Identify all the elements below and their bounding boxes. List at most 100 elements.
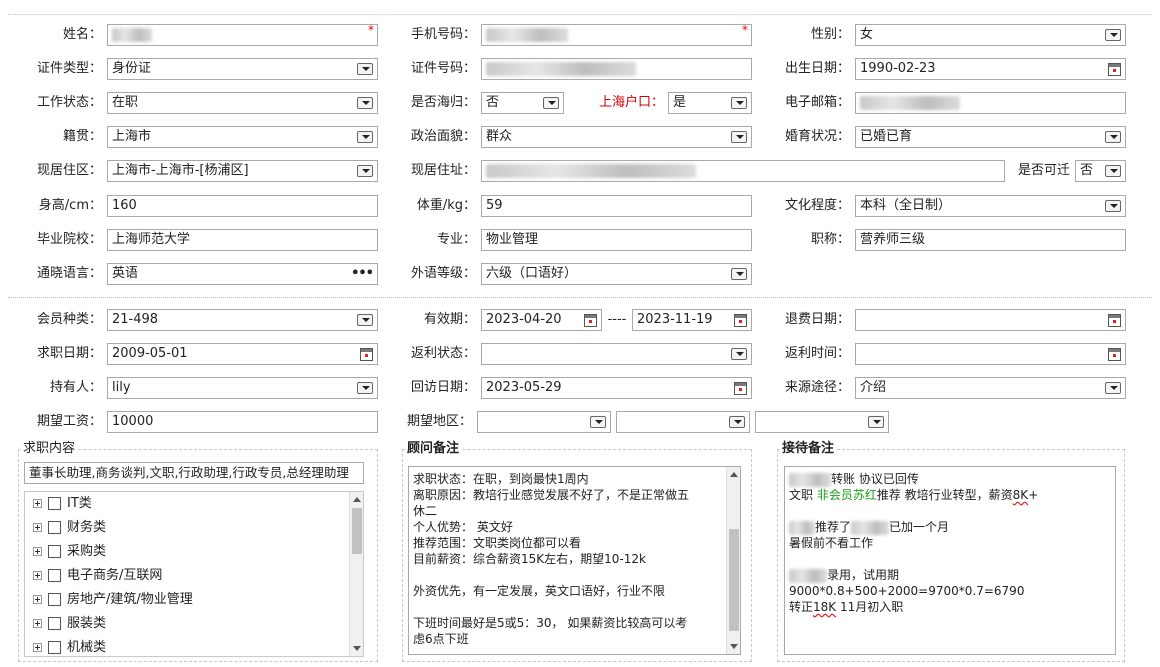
rebate-time-input[interactable]: [855, 343, 1126, 365]
tree-item[interactable]: 电子商务/互联网: [33, 566, 162, 586]
job-selected-input[interactable]: 董事长助理,商务谈判,文职,行政助理,行政专员,总经理助理: [24, 462, 364, 484]
idtype-select[interactable]: 身份证: [107, 58, 378, 80]
chevron-down-icon[interactable]: [1105, 131, 1121, 143]
expand-icon[interactable]: [33, 595, 42, 604]
expand-icon[interactable]: [33, 619, 42, 628]
chevron-down-icon[interactable]: [590, 416, 606, 428]
chevron-down-icon[interactable]: [731, 268, 747, 280]
calendar-icon[interactable]: [360, 348, 373, 361]
chevron-down-icon[interactable]: [731, 131, 747, 143]
phone-input[interactable]: *: [481, 24, 752, 46]
workstatus-select[interactable]: 在职: [107, 92, 378, 114]
height-input[interactable]: 160: [107, 195, 378, 217]
chevron-down-icon[interactable]: [357, 63, 373, 75]
idno-input[interactable]: [481, 58, 752, 80]
job-category-tree[interactable]: IT类 财务类 采购类 电子商务/互联网 房地产/建筑/物业管理 服装类 机械类: [24, 491, 364, 657]
relocate-label: 是否可迁: [1017, 163, 1070, 178]
chevron-down-icon[interactable]: [731, 97, 747, 109]
refund-date-input[interactable]: [855, 309, 1126, 331]
major-input[interactable]: 物业管理: [481, 229, 752, 251]
checkbox[interactable]: [48, 545, 61, 558]
checkbox[interactable]: [48, 593, 61, 606]
chevron-down-icon[interactable]: [1105, 29, 1121, 41]
chevron-down-icon[interactable]: [1105, 382, 1121, 394]
expand-icon[interactable]: [33, 523, 42, 532]
checkbox[interactable]: [48, 617, 61, 630]
native-select[interactable]: 上海市: [107, 126, 378, 148]
valid-separator: ----: [607, 312, 627, 327]
tree-item[interactable]: IT类: [33, 494, 92, 514]
relocate-select[interactable]: 否: [1075, 160, 1126, 182]
tree-item[interactable]: 采购类: [33, 542, 106, 562]
chevron-down-icon[interactable]: [729, 416, 745, 428]
name-input[interactable]: *: [107, 24, 378, 46]
address-input[interactable]: [481, 160, 1005, 182]
chevron-down-icon[interactable]: [357, 314, 373, 326]
chevron-down-icon[interactable]: [1105, 200, 1121, 212]
scroll-thumb[interactable]: [352, 508, 362, 554]
rebate-status-select[interactable]: [481, 343, 752, 365]
birth-date-input[interactable]: 1990-02-23: [855, 58, 1126, 80]
scroll-up-icon[interactable]: [730, 472, 738, 477]
chevron-down-icon[interactable]: [357, 97, 373, 109]
expand-icon[interactable]: [33, 643, 42, 652]
language-input[interactable]: 英语 •••: [107, 263, 378, 285]
title-input[interactable]: 营养师三级: [855, 229, 1126, 251]
political-select[interactable]: 群众: [481, 126, 752, 148]
region-select-1[interactable]: [477, 411, 611, 433]
checkbox[interactable]: [48, 497, 61, 510]
checkbox[interactable]: [48, 569, 61, 582]
calendar-icon[interactable]: [584, 314, 597, 327]
tree-item[interactable]: 机械类: [33, 638, 106, 656]
checkbox[interactable]: [48, 521, 61, 534]
advisor-notes-textarea[interactable]: 求职状态：在职，到岗最快1周内 离职原因：教培行业感觉发展不好了，不是正常做五 …: [408, 466, 741, 655]
chevron-down-icon[interactable]: [357, 165, 373, 177]
reception-notes-textarea[interactable]: 转账 协议已回传 文职 非会员苏红推荐 教培行业转型，薪资8K+ 推荐了 已加一个…: [784, 466, 1116, 655]
expand-icon[interactable]: [33, 571, 42, 580]
scroll-down-icon[interactable]: [730, 644, 738, 649]
chevron-down-icon[interactable]: [868, 416, 884, 428]
valid-to-input[interactable]: 2023-11-19: [632, 309, 752, 331]
tree-item[interactable]: 财务类: [33, 518, 106, 538]
expand-icon[interactable]: [33, 547, 42, 556]
salary-input[interactable]: 10000: [107, 411, 378, 433]
more-icon[interactable]: •••: [351, 264, 374, 284]
chevron-down-icon[interactable]: [357, 382, 373, 394]
chevron-down-icon[interactable]: [543, 97, 559, 109]
holder-select[interactable]: lily: [107, 377, 378, 399]
chevron-down-icon[interactable]: [1105, 165, 1121, 177]
foreign-select[interactable]: 六级（口语好）: [481, 263, 752, 285]
source-select[interactable]: 介绍: [855, 377, 1126, 399]
member-type-select[interactable]: 21-498: [107, 309, 378, 331]
returnee-select[interactable]: 否: [481, 92, 564, 114]
email-input[interactable]: [855, 92, 1126, 114]
calendar-icon[interactable]: [734, 314, 747, 327]
tree-scrollbar[interactable]: [349, 492, 363, 656]
shhukou-select[interactable]: 是: [668, 92, 752, 114]
valid-from-input[interactable]: 2023-04-20: [481, 309, 602, 331]
marital-select[interactable]: 已婚已育: [855, 126, 1126, 148]
expand-icon[interactable]: [33, 499, 42, 508]
jobdate-input[interactable]: 2009-05-01: [107, 343, 378, 365]
chevron-down-icon[interactable]: [357, 131, 373, 143]
calendar-icon[interactable]: [734, 382, 747, 395]
notes-scrollbar[interactable]: [726, 467, 740, 654]
calendar-icon[interactable]: [1108, 314, 1121, 327]
calendar-icon[interactable]: [1108, 348, 1121, 361]
checkbox[interactable]: [48, 641, 61, 654]
education-select[interactable]: 本科（全日制）: [855, 195, 1126, 217]
region-select-3[interactable]: [755, 411, 889, 433]
scroll-thumb[interactable]: [729, 529, 739, 631]
region-select-2[interactable]: [616, 411, 750, 433]
scroll-up-icon[interactable]: [353, 497, 361, 502]
tree-item[interactable]: 房地产/建筑/物业管理: [33, 590, 193, 610]
weight-input[interactable]: 59: [481, 195, 752, 217]
school-input[interactable]: 上海师范大学: [107, 229, 378, 251]
residence-select[interactable]: 上海市-上海市-[杨浦区]: [107, 160, 378, 182]
scroll-down-icon[interactable]: [353, 646, 361, 651]
calendar-icon[interactable]: [1108, 63, 1121, 76]
gender-select[interactable]: 女: [855, 24, 1126, 46]
tree-item[interactable]: 服装类: [33, 614, 106, 634]
visit-date-input[interactable]: 2023-05-29: [481, 377, 752, 399]
chevron-down-icon[interactable]: [731, 348, 747, 360]
